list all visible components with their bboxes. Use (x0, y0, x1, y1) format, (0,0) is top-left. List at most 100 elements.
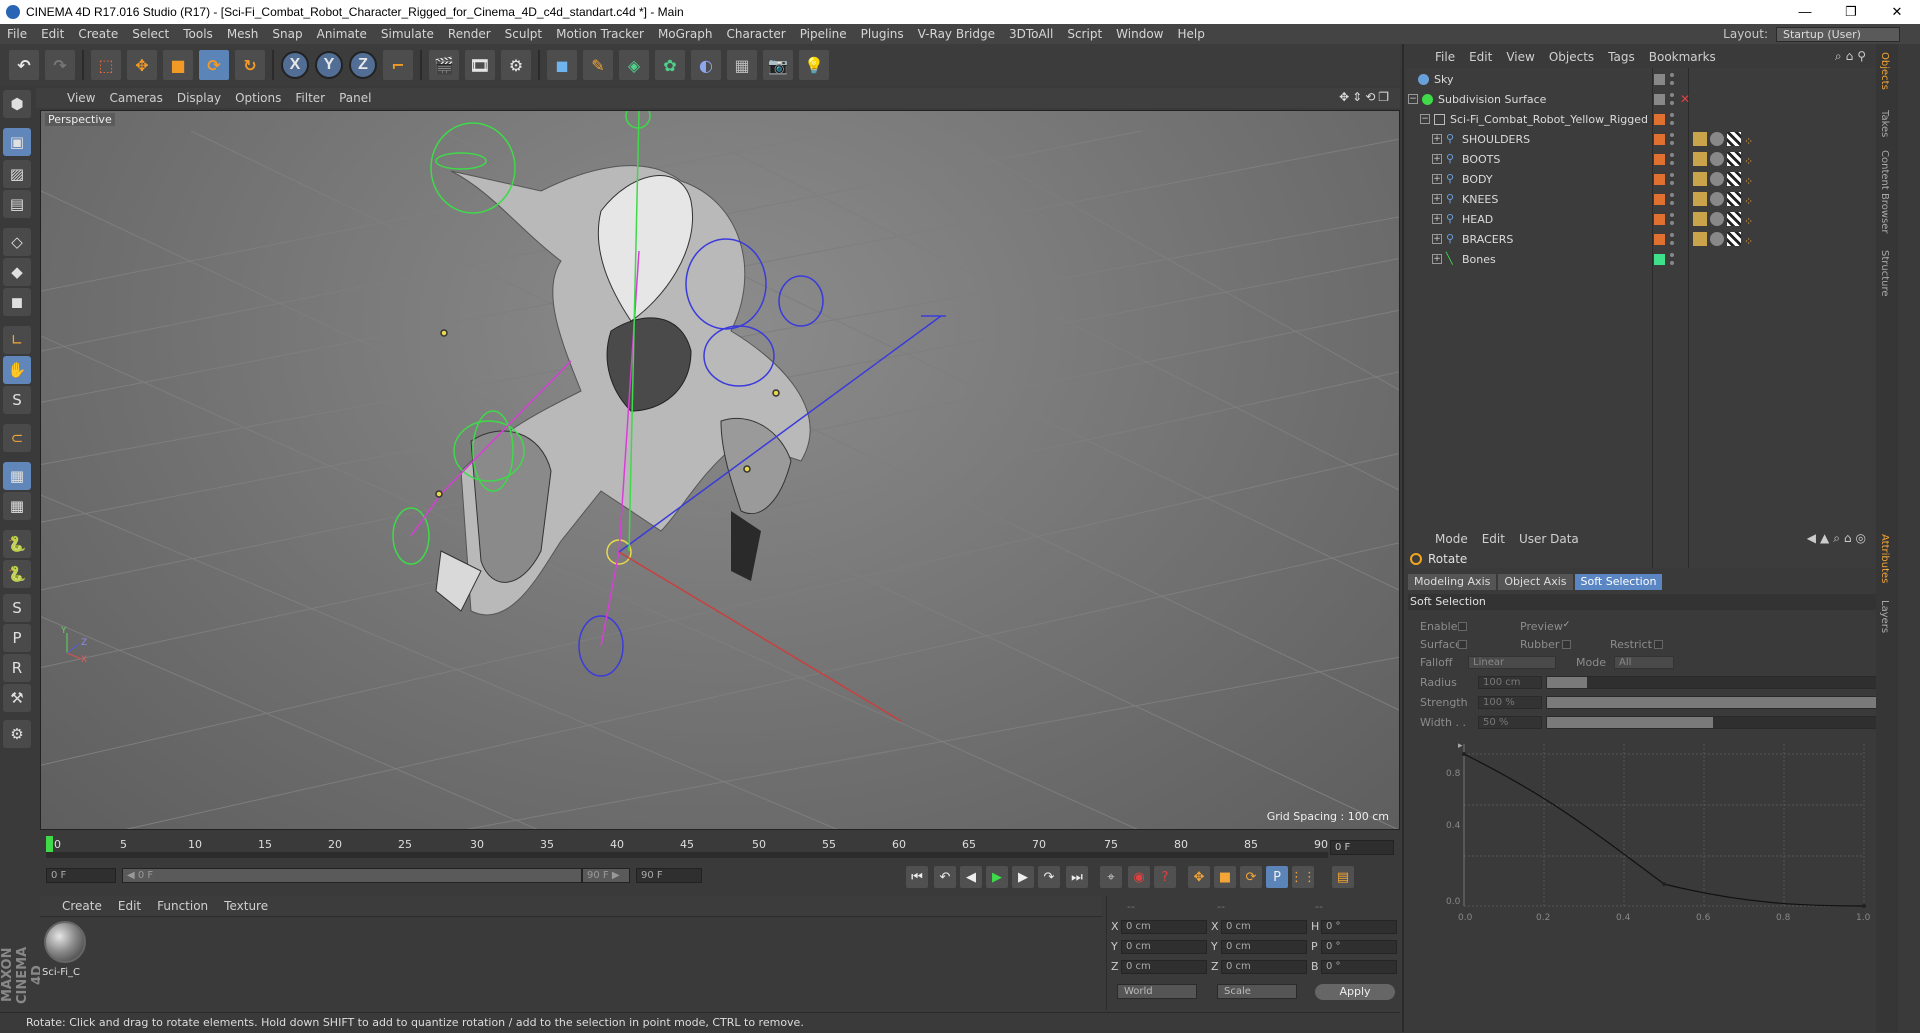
expand-toggle[interactable]: + (1432, 254, 1442, 264)
rot-b-field[interactable]: 0 ° (1321, 960, 1397, 974)
rot-h-field[interactable]: 0 ° (1321, 920, 1397, 934)
light-icon[interactable]: 💡 (799, 50, 829, 80)
visibility-check-icon[interactable] (1654, 94, 1665, 105)
material-tag-icon[interactable] (1710, 152, 1724, 166)
width-slider[interactable] (1546, 716, 1880, 729)
menu-snap[interactable]: Snap (265, 27, 309, 41)
timeline-layout-icon[interactable]: ▤ (1332, 866, 1354, 888)
script-r-icon[interactable]: R (3, 654, 31, 682)
falloff-graph[interactable]: ▸ 0.8 0.4 0.0 0.0 0.2 0.4 0.6 0.8 1.0 (1424, 734, 1880, 934)
menu-simulate[interactable]: Simulate (374, 27, 441, 41)
phong-tag-icon[interactable] (1693, 172, 1707, 186)
viewport-menu-view[interactable]: View (60, 91, 102, 105)
side-tab-structure[interactable]: Structure (1879, 250, 1890, 297)
playhead[interactable] (46, 836, 53, 852)
tab-object-axis[interactable]: Object Axis (1498, 574, 1573, 590)
y-axis-lock-icon[interactable]: Y (315, 51, 343, 79)
viewport-menu-options[interactable]: Options (228, 91, 288, 105)
next-key-icon[interactable]: ↷ (1038, 866, 1060, 888)
uvw-tag-icon[interactable] (1727, 132, 1741, 146)
layer-color-icon[interactable] (1654, 134, 1665, 145)
pos-y-field[interactable]: 0 cm (1121, 940, 1207, 954)
menu-3dtoall[interactable]: 3DToAll (1002, 27, 1060, 41)
tab-soft-selection[interactable]: Soft Selection (1574, 574, 1663, 590)
record-keys-icon[interactable]: ⌖ (1100, 866, 1122, 888)
visibility-check-icon[interactable] (1654, 74, 1665, 85)
radius-field[interactable]: 100 cm (1478, 676, 1542, 689)
axis-mode-icon[interactable]: ∟ (3, 326, 31, 354)
visibility-dots[interactable] (1670, 72, 1676, 87)
magnet-icon[interactable]: ⊂ (3, 424, 31, 452)
side-tab-objects[interactable]: Objects (1879, 52, 1890, 90)
object-row-bracers[interactable]: + ⚲ BRACERS ⁘ (1406, 230, 1896, 249)
texture-mode-icon[interactable]: ▨ (3, 160, 31, 188)
coordinate-space-dropdown[interactable]: World (1117, 984, 1197, 999)
previous-key-icon[interactable]: ↶ (934, 866, 956, 888)
phong-tag-icon[interactable] (1693, 192, 1707, 206)
menu-select[interactable]: Select (125, 27, 176, 41)
object-row-head[interactable]: + ⚲ HEAD ⁘ (1406, 210, 1896, 229)
material-menu-texture[interactable]: Texture (216, 899, 276, 913)
workplane-icon[interactable]: ▤ (3, 190, 31, 218)
expand-toggle[interactable]: + (1432, 134, 1442, 144)
apply-button[interactable]: Apply (1315, 984, 1395, 1000)
menu-pipeline[interactable]: Pipeline (793, 27, 854, 41)
visibility-dots[interactable] (1670, 232, 1676, 247)
width-field[interactable]: 50 % (1478, 716, 1542, 729)
pos-x-field[interactable]: 0 cm (1121, 920, 1207, 934)
object-row-robot-root[interactable]: − Sci-Fi_Combat_Robot_Yellow_Rigged (1406, 110, 1896, 129)
expand-toggle[interactable]: + (1432, 174, 1442, 184)
attr-menu-mode[interactable]: Mode (1428, 532, 1475, 546)
coordinate-system-icon[interactable]: ⌐ (383, 50, 413, 80)
side-tab-content-browser[interactable]: Content Browser (1879, 150, 1890, 233)
visibility-dots[interactable] (1670, 92, 1676, 107)
attribute-nav-icons[interactable]: ◀▲⌕⌂◎ (1807, 531, 1870, 546)
attr-menu-edit[interactable]: Edit (1475, 532, 1512, 546)
menu-file[interactable]: File (0, 27, 34, 41)
python-script-icon[interactable]: 🐍 (3, 560, 31, 588)
keyframe-selection-icon[interactable]: ? (1154, 866, 1176, 888)
weight-tag-icon[interactable]: ⁘ (1744, 172, 1758, 188)
menu-mesh[interactable]: Mesh (220, 27, 266, 41)
scale-tool-icon[interactable]: ■ (163, 50, 193, 80)
key-rotation-icon[interactable]: ⟳ (1240, 866, 1262, 888)
menu-tools[interactable]: Tools (176, 27, 220, 41)
visibility-dots[interactable] (1670, 172, 1676, 187)
timeline-ruler[interactable]: 0 5 10 15 20 25 30 35 40 45 50 55 60 65 … (40, 834, 1400, 860)
layer-color-icon[interactable] (1654, 234, 1665, 245)
menu-window[interactable]: Window (1109, 27, 1170, 41)
undo-icon[interactable]: ↶ (9, 50, 39, 80)
script-p-icon[interactable]: P (3, 624, 31, 652)
side-tab-layers[interactable]: Layers (1879, 600, 1890, 633)
go-to-end-icon[interactable]: ⏭ (1066, 866, 1088, 888)
layer-color-icon[interactable] (1654, 114, 1665, 125)
object-tags[interactable]: ⁘ (1693, 132, 1761, 148)
restrict-checkbox[interactable] (1654, 640, 1663, 649)
key-position-icon[interactable]: ✥ (1188, 866, 1210, 888)
material-tag-icon[interactable] (1710, 212, 1724, 226)
pen-spline-icon[interactable]: ✎ (583, 50, 613, 80)
phong-tag-icon[interactable] (1693, 152, 1707, 166)
play-forward-icon[interactable]: ▶ (986, 866, 1008, 888)
weight-tag-icon[interactable]: ⁘ (1744, 212, 1758, 228)
script-s-icon[interactable]: S (3, 594, 31, 622)
render-settings-icon[interactable]: ⚙ (501, 50, 531, 80)
x-axis-lock-icon[interactable]: X (281, 51, 309, 79)
visibility-dots[interactable] (1670, 112, 1676, 127)
object-row-bones[interactable]: + ╲ Bones (1406, 250, 1896, 269)
material-tag-icon[interactable] (1710, 232, 1724, 246)
material-tag-icon[interactable] (1710, 132, 1724, 146)
uvw-tag-icon[interactable] (1727, 232, 1741, 246)
expand-toggle[interactable]: + (1432, 194, 1442, 204)
viewport-navigation-icons[interactable]: ✥⇕⟲❐ (1339, 90, 1392, 104)
attr-menu-user-data[interactable]: User Data (1512, 532, 1586, 546)
material-preview-thumbnail[interactable] (44, 921, 86, 963)
object-tags[interactable]: ⁘ (1693, 152, 1761, 168)
visibility-dots[interactable] (1670, 192, 1676, 207)
grid-lock-icon[interactable]: ▦ (3, 492, 31, 520)
rubber-checkbox[interactable] (1562, 640, 1571, 649)
camera-icon[interactable]: 📷 (763, 50, 793, 80)
material-menu-create[interactable]: Create (54, 899, 110, 913)
expand-toggle[interactable]: + (1432, 234, 1442, 244)
menu-sculpt[interactable]: Sculpt (498, 27, 549, 41)
